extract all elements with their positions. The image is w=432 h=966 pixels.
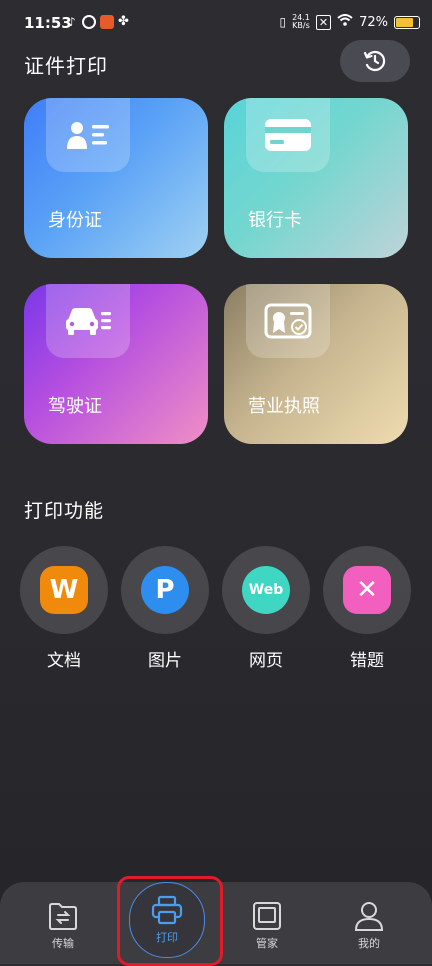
section-title-print-functions: 打印功能 (24, 500, 105, 522)
nav-transfer[interactable]: 传输 (28, 892, 98, 951)
function-webpage[interactable]: Web 网页 (222, 546, 310, 671)
selection-highlight-box (117, 876, 223, 966)
card-label: 驾驶证 (48, 396, 102, 417)
sim-icon: ✕ (315, 14, 332, 30)
bank-card-icon (246, 98, 330, 172)
fan-icon: ✤ (118, 14, 129, 29)
function-label: 网页 (249, 651, 283, 671)
battery-percent: 72% (359, 14, 388, 30)
system-status: ▯ 24.1 KB/s ✕ 72% (279, 14, 420, 30)
history-button[interactable] (340, 40, 410, 82)
user-icon (334, 892, 404, 932)
wifi-icon (337, 14, 353, 30)
nav-label: 传输 (52, 937, 74, 950)
card-id-card[interactable]: 身份证 (24, 98, 208, 258)
business-license-icon (246, 284, 330, 358)
car-license-icon (46, 284, 130, 358)
function-label: 文档 (47, 651, 81, 671)
document-icon: W (40, 566, 88, 614)
app-badge-icon (100, 15, 114, 29)
card-driver-license[interactable]: 驾驶证 (24, 284, 208, 444)
card-business-license[interactable]: 营业执照 (224, 284, 408, 444)
status-bar: 11:53 ♪ ✤ ▯ 24.1 KB/s ✕ 72% (0, 0, 432, 44)
nav-profile[interactable]: 我的 (334, 892, 404, 951)
page-title: 证件打印 (24, 54, 108, 78)
nav-label: 我的 (358, 937, 380, 950)
app-notify-icon (82, 15, 96, 29)
image-icon: P (141, 566, 189, 614)
monitor-icon (232, 892, 302, 932)
function-image[interactable]: P 图片 (121, 546, 209, 671)
folder-transfer-icon (28, 892, 98, 932)
id-card-icon (46, 98, 130, 172)
battery-icon (394, 15, 420, 29)
card-label: 身份证 (48, 210, 102, 231)
nav-manager[interactable]: 管家 (232, 892, 302, 951)
card-label: 营业执照 (248, 396, 320, 417)
function-wrong-questions[interactable]: ✕ 错题 (323, 546, 411, 671)
tiktok-icon: ♪ (68, 15, 76, 29)
history-clock-icon (363, 50, 386, 72)
status-time: 11:53 (24, 14, 72, 32)
function-document[interactable]: W 文档 (20, 546, 108, 671)
card-label: 银行卡 (248, 210, 302, 231)
wrong-question-icon: ✕ (343, 566, 391, 614)
notification-icons: ♪ ✤ (68, 15, 132, 29)
vibrate-icon: ▯ (279, 15, 287, 29)
card-bank-card[interactable]: 银行卡 (224, 98, 408, 258)
web-icon: Web (242, 566, 290, 614)
nav-label: 管家 (256, 937, 278, 950)
function-label: 图片 (148, 651, 182, 671)
net-speed: 24.1 KB/s (292, 13, 310, 30)
function-label: 错题 (350, 651, 384, 671)
